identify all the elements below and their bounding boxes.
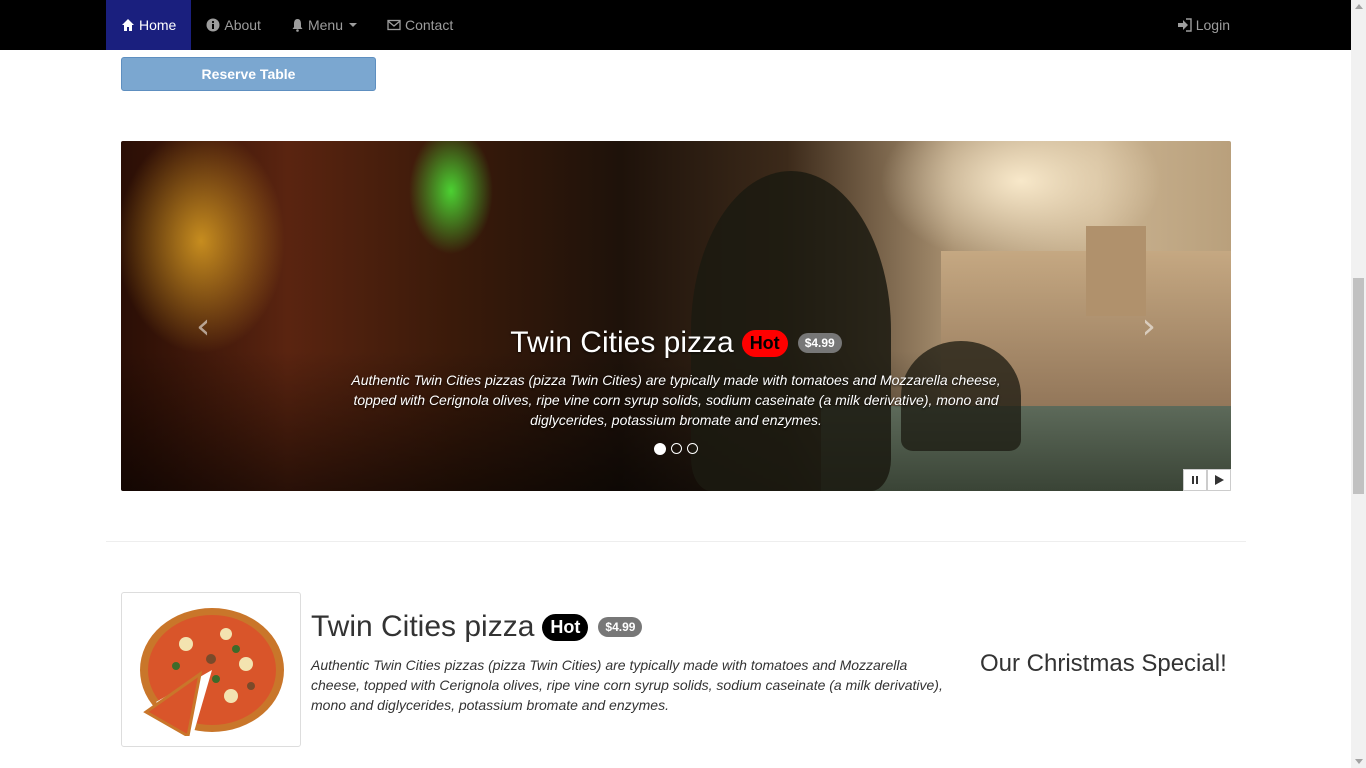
login-label: Login [1195, 17, 1230, 33]
reserve-table-button[interactable]: Reserve Table [121, 57, 376, 91]
carousel-prev-icon[interactable]: ‹ [196, 306, 210, 347]
carousel-indicator-3[interactable] [687, 443, 698, 454]
carousel-image-tower [1086, 226, 1146, 316]
divider [106, 541, 1246, 542]
chevron-down-icon [348, 23, 357, 27]
envelope-icon [387, 19, 401, 31]
carousel-hot-badge: Hot [741, 329, 788, 357]
nav-right: Login [1162, 0, 1245, 50]
play-button[interactable] [1207, 469, 1231, 491]
product-hot-badge: Hot [542, 613, 589, 641]
carousel-caption: Twin Cities pizza Hot $4.99 Authentic Tw… [346, 326, 1006, 430]
nav-label-contact: Contact [404, 17, 454, 33]
carousel-indicators [654, 443, 698, 455]
product-description: Authentic Twin Cities pizzas (pizza Twin… [311, 657, 943, 713]
product-title: Twin Cities pizza [311, 610, 535, 643]
pizza-image [140, 607, 284, 736]
scroll-up-arrow-icon[interactable] [1355, 4, 1363, 9]
login-icon [1177, 18, 1192, 32]
login-link[interactable]: Login [1162, 0, 1245, 50]
carousel-description: Authentic Twin Cities pizzas (pizza Twin… [351, 372, 1001, 428]
carousel-indicator-2[interactable] [671, 443, 682, 454]
carousel: ‹ › Twin Cities pizza Hot $4.99 Authenti… [121, 141, 1231, 491]
christmas-special-heading: Our Christmas Special! [980, 650, 1227, 677]
pause-button[interactable] [1183, 469, 1207, 491]
carousel-title: Twin Cities pizza [510, 326, 734, 359]
nav-item-menu[interactable]: Menu [276, 0, 372, 50]
nav-menu: Home About Menu Contact [106, 0, 468, 50]
pause-icon [1192, 476, 1198, 484]
info-icon [206, 18, 220, 32]
product-title-row: Twin Cities pizza Hot $4.99 [311, 610, 643, 644]
home-icon [122, 19, 134, 31]
scrollbar[interactable] [1351, 0, 1366, 768]
bell-icon [292, 19, 303, 32]
navbar: Home About Menu Contact Login [0, 0, 1351, 50]
carousel-next-icon[interactable]: › [1142, 306, 1156, 347]
nav-item-contact[interactable]: Contact [372, 0, 468, 50]
carousel-price-badge: $4.99 [797, 333, 842, 353]
scroll-thumb[interactable] [1353, 278, 1364, 494]
product-price-badge: $4.99 [598, 617, 643, 637]
carousel-title-row: Twin Cities pizza Hot $4.99 [510, 326, 842, 360]
scroll-down-arrow-icon[interactable] [1355, 759, 1363, 764]
nav-label-menu: Menu [307, 17, 343, 33]
nav-item-home[interactable]: Home [106, 0, 192, 50]
carousel-indicator-1[interactable] [654, 443, 666, 455]
carousel-controls [1183, 469, 1231, 491]
play-icon [1214, 475, 1224, 485]
nav-label-home: Home [139, 17, 177, 33]
pizza-thumbnail[interactable] [121, 592, 301, 747]
nav-item-about[interactable]: About [191, 0, 276, 50]
nav-label-about: About [224, 17, 261, 33]
